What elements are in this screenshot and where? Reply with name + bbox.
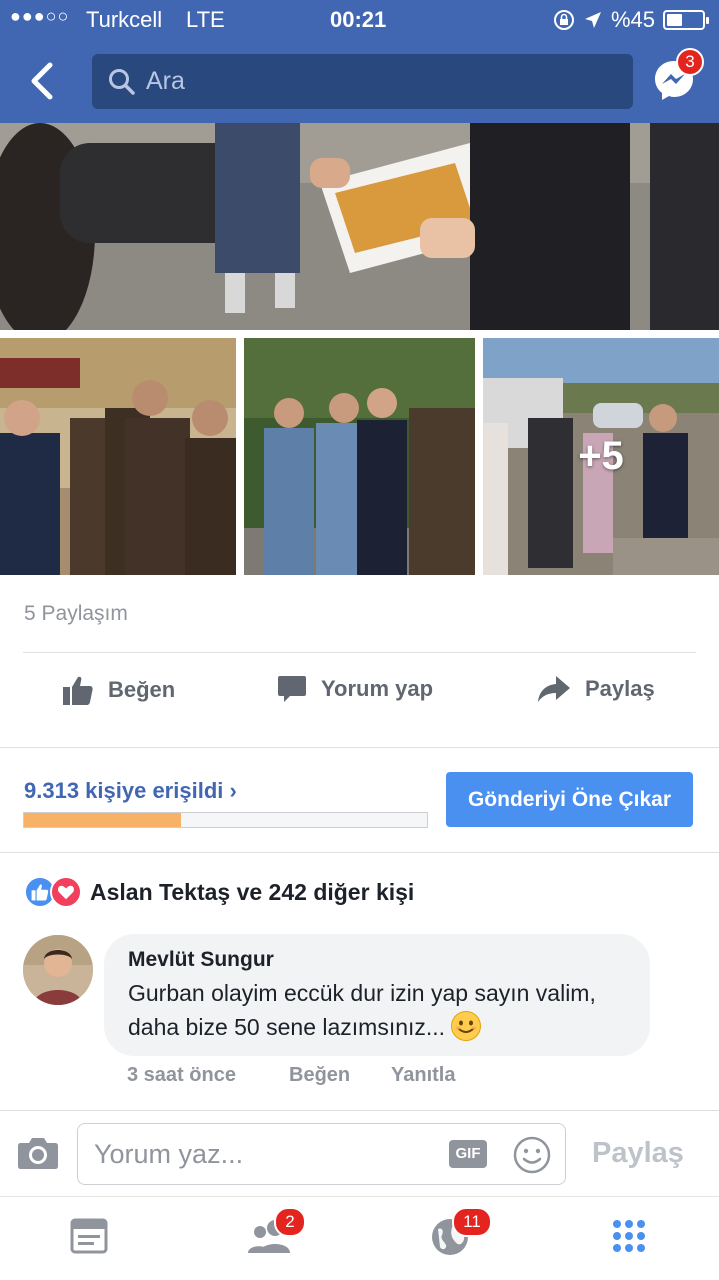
boost-post-button[interactable]: Gönderiyi Öne Çıkar bbox=[446, 772, 693, 827]
carrier-name: Turkcell bbox=[86, 7, 163, 32]
camera-button[interactable] bbox=[17, 1136, 59, 1175]
messenger-button[interactable]: 3 bbox=[652, 48, 704, 102]
like-button[interactable]: Beğen bbox=[62, 674, 175, 706]
share-count[interactable]: 5 Paylaşım bbox=[24, 602, 128, 626]
share-label: Paylaş bbox=[585, 676, 655, 701]
comment-icon bbox=[278, 676, 306, 702]
post-comment-button[interactable]: Paylaş bbox=[592, 1137, 684, 1170]
share-arrow-icon bbox=[538, 676, 570, 702]
battery-fill bbox=[667, 14, 683, 26]
reach-link[interactable]: 9.313 kişiye erişildi › bbox=[24, 778, 237, 804]
camera-icon bbox=[18, 1138, 58, 1169]
tab-more-menu[interactable] bbox=[610, 1217, 650, 1257]
comment-label: Yorum yap bbox=[321, 676, 434, 701]
bottom-tab-bar: 2 11 bbox=[0, 1196, 719, 1280]
post-actions: Beğen Yorum yap Paylaş bbox=[0, 656, 719, 728]
divider bbox=[0, 852, 719, 853]
avatar-image bbox=[23, 935, 93, 1005]
avatar[interactable] bbox=[23, 935, 93, 1005]
status-right: %45 bbox=[553, 7, 709, 33]
clock: 00:21 bbox=[330, 7, 387, 32]
chevron-right-icon: › bbox=[229, 778, 237, 803]
comment-input[interactable] bbox=[94, 1138, 434, 1170]
grid-menu-icon bbox=[613, 1220, 645, 1252]
signal-strength: ●●●○○ bbox=[10, 6, 70, 26]
back-arrow-icon bbox=[31, 62, 53, 100]
gif-button[interactable]: GIF bbox=[449, 1140, 487, 1168]
comment-time: 3 saat önce bbox=[127, 1064, 236, 1086]
post-photo-2[interactable] bbox=[0, 338, 236, 575]
comment-button[interactable]: Yorum yap bbox=[277, 674, 433, 704]
location-icon bbox=[584, 12, 601, 28]
like-label: Beğen bbox=[108, 677, 176, 702]
comment-text: Gurban olayim eccük dur izin yap sayın v… bbox=[128, 980, 596, 1040]
post-photo-3[interactable] bbox=[244, 338, 475, 575]
smiling-emoji-icon bbox=[451, 1011, 482, 1041]
love-reaction-icon bbox=[50, 876, 82, 908]
friend-requests-badge: 2 bbox=[274, 1207, 306, 1237]
tab-news-feed[interactable] bbox=[70, 1217, 110, 1257]
network-type: LTE bbox=[186, 7, 225, 32]
photo-3-image bbox=[244, 338, 475, 575]
battery-percent: %45 bbox=[610, 7, 655, 32]
post-photo-main[interactable] bbox=[0, 123, 719, 330]
search-icon bbox=[109, 68, 135, 95]
back-button[interactable] bbox=[22, 58, 62, 104]
more-photos-count: +5 bbox=[578, 434, 624, 478]
post-photo-4[interactable]: +5 bbox=[483, 338, 719, 575]
battery-icon bbox=[663, 10, 709, 30]
thumbs-up-icon bbox=[63, 676, 93, 705]
rotation-lock-icon bbox=[553, 10, 574, 30]
smiley-icon bbox=[513, 1136, 551, 1174]
reach-progress-bar bbox=[23, 812, 428, 828]
notifications-badge: 11 bbox=[452, 1207, 492, 1237]
divider bbox=[0, 747, 719, 748]
comment-composer: GIF Paylaş bbox=[0, 1110, 719, 1196]
comment-input-box[interactable]: GIF bbox=[77, 1123, 566, 1185]
tab-friend-requests[interactable]: 2 bbox=[248, 1207, 306, 1257]
tab-notifications[interactable]: 11 bbox=[430, 1207, 492, 1257]
reach-text: 9.313 kişiye erişildi bbox=[24, 778, 224, 803]
comment-like-button[interactable]: Beğen bbox=[289, 1064, 350, 1087]
photo-2-image bbox=[0, 338, 236, 575]
comment-author[interactable]: Mevlüt Sungur bbox=[128, 948, 626, 972]
comment-bubble[interactable]: Mevlüt Sungur Gurban olayim eccük dur iz… bbox=[104, 934, 650, 1056]
sticker-button[interactable] bbox=[512, 1135, 552, 1180]
photo-main-image bbox=[0, 123, 719, 330]
search-bar[interactable] bbox=[92, 54, 633, 109]
status-bar: ●●●○○ Turkcell LTE 00:21 %45 bbox=[0, 0, 719, 40]
messenger-badge: 3 bbox=[676, 48, 704, 76]
reactions-summary[interactable]: Aslan Tektaş ve 242 diğer kişi bbox=[24, 876, 414, 908]
divider bbox=[23, 652, 696, 653]
comment-reply-button[interactable]: Yanıtla bbox=[391, 1064, 455, 1087]
comment-text-wrap: Gurban olayim eccük dur izin yap sayın v… bbox=[128, 976, 626, 1044]
reach-progress-fill bbox=[24, 813, 182, 827]
top-header: ●●●○○ Turkcell LTE 00:21 %45 3 bbox=[0, 0, 719, 123]
news-feed-icon bbox=[70, 1218, 108, 1254]
share-button[interactable]: Paylaş bbox=[537, 674, 655, 704]
search-input[interactable] bbox=[146, 67, 606, 96]
reactions-label: Aslan Tektaş ve 242 diğer kişi bbox=[90, 878, 415, 905]
